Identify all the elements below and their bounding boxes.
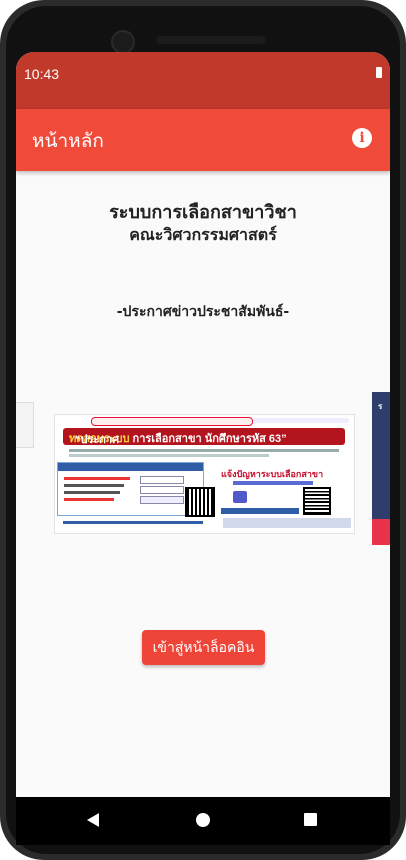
teams-icon — [233, 491, 247, 503]
poster-form-field — [140, 496, 184, 504]
speaker-grille — [156, 36, 266, 44]
poster-link-bar — [221, 508, 299, 514]
news-label: -ประกาศข่าวประชาสัมพันธ์- — [116, 304, 290, 320]
carousel-prev-slide[interactable] — [16, 402, 34, 448]
faculty-heading: คณะวิศวกรรมศาสตร์ — [129, 225, 277, 244]
screen: 10:43 หน้าหลัก i ระบบการเลือกสาขาวิชา คณ… — [16, 52, 390, 797]
app-bar: หน้าหลัก i — [16, 109, 390, 171]
poster-banner-prefix: “ประกาศ — [75, 434, 120, 446]
poster-footer-line — [63, 521, 203, 524]
status-bar: 10:43 — [16, 52, 390, 109]
poster-banner: “ประกาศ ทดสอบระบบ การเลือกสาขา นักศึกษาร… — [63, 428, 345, 446]
poster-url-bar — [58, 463, 203, 471]
poster-top-note-2 — [253, 418, 349, 423]
poster-login-preview — [57, 462, 204, 516]
camera-icon — [111, 30, 135, 54]
poster-text-line — [64, 498, 114, 501]
login-button[interactable]: เข้าสู่หน้าล็อคอิน — [142, 630, 265, 665]
poster-banner-suffix: การเลือกสาขา นักศึกษารหัส 63” — [129, 433, 287, 445]
info-icon[interactable]: i — [352, 128, 372, 148]
page-title: หน้าหลัก — [32, 130, 104, 152]
poster-text-line — [64, 477, 130, 480]
qr-code-icon — [303, 487, 331, 515]
poster-top-note — [91, 417, 253, 426]
poster-text-line — [233, 481, 313, 485]
status-time: 10:43 — [24, 66, 60, 82]
next-slide-mark: ร — [378, 402, 383, 411]
poster-form-field — [140, 476, 184, 484]
poster-form-field — [140, 486, 184, 494]
poster-text-line — [64, 484, 124, 487]
battery-icon — [376, 67, 382, 78]
system-nav-bar — [16, 797, 390, 845]
poster-report-heading: แจ้งปัญหาระบบเลือกสาขา — [221, 469, 324, 479]
recents-icon[interactable] — [304, 813, 317, 826]
next-slide-footer — [372, 519, 390, 545]
poster-text-line — [64, 491, 120, 494]
home-icon[interactable] — [196, 813, 210, 827]
system-heading: ระบบการเลือกสาขาวิชา — [109, 202, 297, 223]
poster-footer-note — [223, 518, 351, 528]
carousel-next-slide[interactable]: ร — [372, 392, 390, 545]
announcement-poster[interactable]: “ประกาศ ทดสอบระบบ การเลือกสาขา นักศึกษาร… — [54, 414, 355, 534]
poster-text-line — [69, 454, 269, 457]
back-icon[interactable] — [87, 813, 99, 827]
poster-text-line — [69, 449, 339, 452]
qr-code-icon — [185, 487, 215, 517]
